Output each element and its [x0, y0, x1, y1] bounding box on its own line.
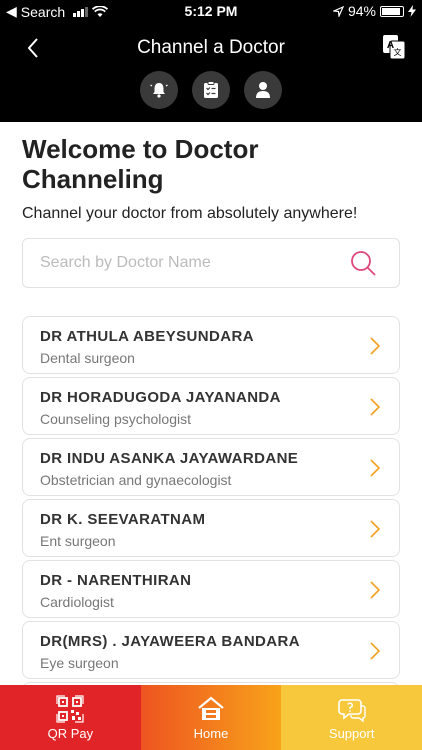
doctor-card[interactable]: DR INDU ASANKA JAYAWARDANE Obstetrician … — [22, 438, 400, 496]
search-box[interactable] — [22, 238, 400, 288]
tab-support[interactable]: Support — [281, 685, 422, 750]
doctor-card[interactable]: DR(MRS) . JAYAWEERA BANDARA Eye surgeon — [22, 621, 400, 679]
clipboard-icon — [204, 81, 218, 98]
doctor-specialty: Eye surgeon — [40, 655, 119, 671]
doctor-name: DR K. SEEVARATNAM — [40, 511, 206, 528]
battery-percent: 94% — [347, 3, 376, 19]
notifications-button[interactable] — [140, 71, 178, 109]
doctor-card[interactable]: DR ATHULA ABEYSUNDARA Dental surgeon — [22, 316, 400, 374]
nav-header: Channel a Doctor A 文 — [0, 22, 422, 122]
search-input[interactable] — [40, 254, 340, 272]
battery-icon — [380, 5, 404, 17]
chevron-right-icon — [370, 398, 381, 416]
search-icon[interactable] — [349, 249, 377, 277]
qr-code-icon — [56, 695, 84, 723]
doctor-card[interactable]: DR - NARENTHIRAN Cardiologist — [22, 560, 400, 618]
doctor-name: DR HORADUGODA JAYANANDA — [40, 389, 281, 406]
chevron-right-icon — [370, 459, 381, 477]
welcome-title: Welcome to Doctor Channeling — [22, 134, 259, 194]
support-chat-icon — [337, 699, 366, 723]
doctor-specialty: Ent surgeon — [40, 533, 116, 549]
tab-home-label: Home — [193, 726, 229, 741]
doctor-name: DR - NARENTHIRAN — [40, 572, 192, 589]
chevron-right-icon — [370, 520, 381, 538]
tab-qr-pay-label: QR Pay — [47, 726, 94, 741]
translate-icon[interactable]: A 文 — [382, 34, 406, 60]
doctor-name: DR INDU ASANKA JAYAWARDANE — [40, 450, 299, 467]
doctor-specialty: Cardiologist — [40, 594, 114, 610]
location-icon — [332, 5, 344, 17]
chevron-right-icon — [370, 337, 381, 355]
welcome-subtitle: Channel your doctor from absolutely anyw… — [22, 205, 358, 222]
tab-qr-pay[interactable]: QR Pay — [0, 685, 141, 750]
person-icon — [256, 82, 270, 98]
profile-button[interactable] — [244, 71, 282, 109]
charging-icon — [408, 5, 416, 17]
bell-icon — [150, 83, 168, 98]
status-right: 94% — [332, 3, 416, 19]
doctor-card[interactable]: DR K. SEEVARATNAM Ent surgeon — [22, 499, 400, 557]
tab-support-label: Support — [328, 726, 375, 741]
doctor-specialty: Counseling psychologist — [40, 411, 191, 427]
nav-icon-row — [0, 71, 422, 109]
status-bar: ◀ Search 5:12 PM 94% — [0, 0, 422, 22]
doctor-card[interactable]: DR HORADUGODA JAYANANDA Counseling psych… — [22, 377, 400, 435]
doctor-name: DR(MRS) . JAYAWEERA BANDARA — [40, 633, 300, 650]
bottom-tab-bar: QR Pay Home Support — [0, 685, 422, 750]
doctor-specialty: Dental surgeon — [40, 350, 135, 366]
appointments-button[interactable] — [192, 71, 230, 109]
svg-text:文: 文 — [394, 47, 402, 57]
doctor-list: DR ATHULA ABEYSUNDARA Dental surgeon DR … — [22, 316, 400, 685]
chevron-right-icon — [370, 642, 381, 660]
tab-home[interactable]: Home — [140, 685, 282, 750]
doctor-name: DR ATHULA ABEYSUNDARA — [40, 328, 254, 345]
doctor-specialty: Obstetrician and gynaecologist — [40, 472, 232, 488]
home-icon — [198, 696, 224, 720]
chevron-right-icon — [370, 581, 381, 599]
page-title: Channel a Doctor — [137, 37, 285, 58]
main-content: Welcome to Doctor Channeling Channel you… — [0, 122, 422, 685]
